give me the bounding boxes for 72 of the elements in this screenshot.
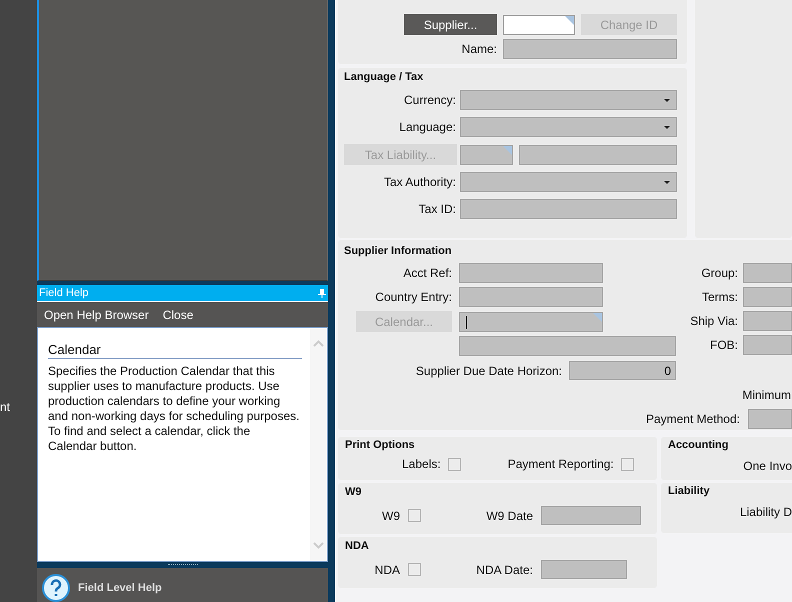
- scroll-up-icon[interactable]: [313, 340, 324, 347]
- input-field[interactable]: [541, 560, 627, 579]
- text-caret: [466, 316, 467, 328]
- input-field[interactable]: [743, 263, 792, 283]
- field-label: One Invo: [743, 459, 792, 473]
- corner-marker-icon: [593, 312, 602, 322]
- input-field[interactable]: [459, 287, 603, 307]
- field-label: Currency:: [404, 93, 456, 107]
- corner-marker-icon: [503, 146, 512, 154]
- field-label: Terms:: [702, 290, 738, 304]
- action-button[interactable]: Supplier...: [404, 14, 497, 35]
- dropdown[interactable]: [460, 172, 677, 192]
- field-label: Payment Method:: [646, 412, 740, 426]
- splitter[interactable]: [37, 562, 328, 568]
- input-field[interactable]: [743, 311, 792, 331]
- input-field[interactable]: [459, 263, 603, 283]
- input-field[interactable]: [541, 506, 641, 525]
- field-label: Tax ID:: [418, 202, 456, 216]
- caret-icon: [664, 98, 670, 102]
- group-heading: W9: [345, 485, 362, 499]
- group-heading: Language / Tax: [344, 70, 424, 84]
- checkbox[interactable]: [620, 458, 634, 470]
- input-field[interactable]: [503, 14, 575, 34]
- field-label: W9: [382, 508, 400, 522]
- input-field[interactable]: [503, 39, 677, 59]
- input-field[interactable]: [460, 199, 677, 219]
- corner-marker-icon: [565, 16, 574, 24]
- group-heading: Supplier Information: [344, 245, 452, 257]
- dropdown[interactable]: [460, 90, 677, 110]
- field-label: Name:: [462, 42, 497, 56]
- side-text: nt: [0, 400, 12, 414]
- caret-icon: [664, 180, 670, 184]
- field-label: NDA Date:: [476, 562, 533, 576]
- toolbar-link[interactable]: Close: [162, 308, 194, 322]
- field-label: Tax Authority:: [384, 175, 456, 189]
- footer-title: Field Level Help: [78, 580, 162, 595]
- group-heading: Print Options: [345, 438, 416, 452]
- field-label: FOB:: [710, 338, 738, 352]
- field-label: W9 Date: [486, 508, 533, 522]
- help-icon: [42, 574, 70, 602]
- dropdown[interactable]: [460, 117, 677, 137]
- field-label: Supplier Due Date Horizon:: [416, 364, 562, 378]
- input-field[interactable]: 0: [569, 361, 676, 380]
- field-label: Ship Via:: [690, 314, 738, 328]
- scroll-down-icon[interactable]: [313, 542, 324, 550]
- help-topic: Calendar: [48, 342, 302, 359]
- caret-icon: [664, 126, 670, 128]
- field-label: NDA: [374, 562, 400, 576]
- input-field[interactable]: [519, 144, 677, 164]
- field-label: Liability D: [740, 505, 792, 519]
- pin-icon[interactable]: [318, 288, 326, 298]
- group-heading: Liability: [668, 484, 711, 498]
- toolbar-link[interactable]: Open Help Browser: [44, 308, 149, 322]
- input-field[interactable]: [460, 144, 513, 164]
- checkbox[interactable]: [448, 458, 461, 470]
- field-label: Minimum: [742, 388, 792, 402]
- input-field[interactable]: [743, 287, 792, 307]
- field-label: Language:: [399, 120, 456, 134]
- input-field[interactable]: [748, 409, 792, 429]
- checkbox[interactable]: [408, 563, 421, 576]
- group-heading: NDA: [345, 539, 370, 553]
- help-title: Field Help: [39, 286, 89, 300]
- field-label: Payment Reporting:: [508, 457, 614, 471]
- field-label: Group:: [701, 266, 738, 280]
- input-field[interactable]: [459, 336, 676, 356]
- input-field[interactable]: [743, 335, 792, 355]
- field-label: Acct Ref:: [403, 266, 452, 280]
- field-label: Labels:: [402, 457, 441, 471]
- checkbox[interactable]: [408, 509, 421, 522]
- help-text: Specifies the Production Calendar that this supplier uses to manufacture products. Use production calendars to define your working and non-working days for scheduling purposes. To find and select a calendar, click the Calendar button.: [48, 364, 300, 454]
- group-heading: Accounting: [668, 438, 730, 452]
- field-label: Country Entry:: [375, 290, 452, 304]
